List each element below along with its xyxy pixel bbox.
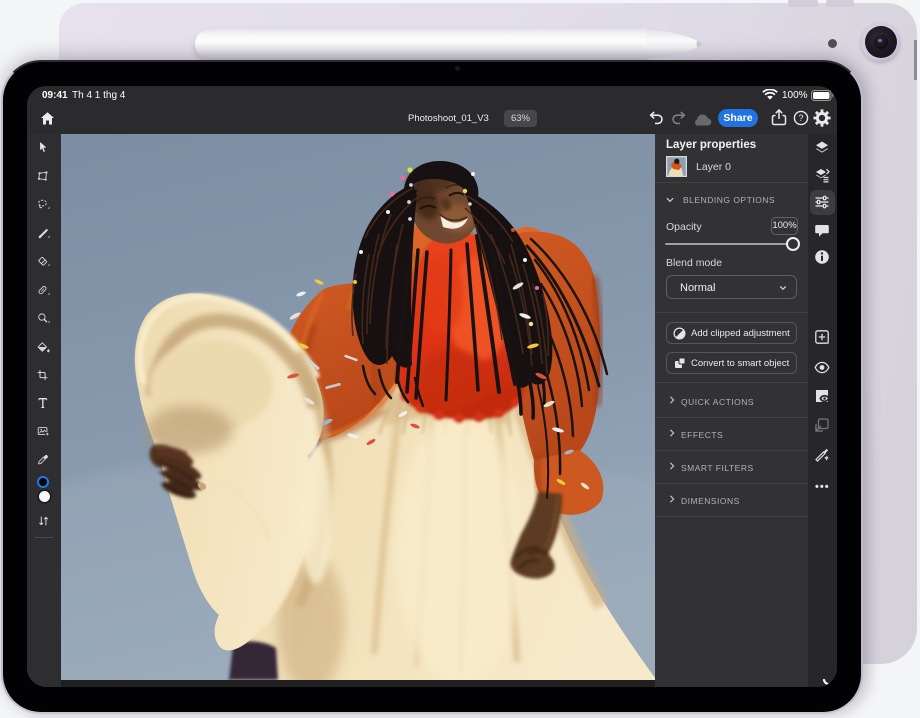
svg-text:?: ? <box>798 113 803 123</box>
